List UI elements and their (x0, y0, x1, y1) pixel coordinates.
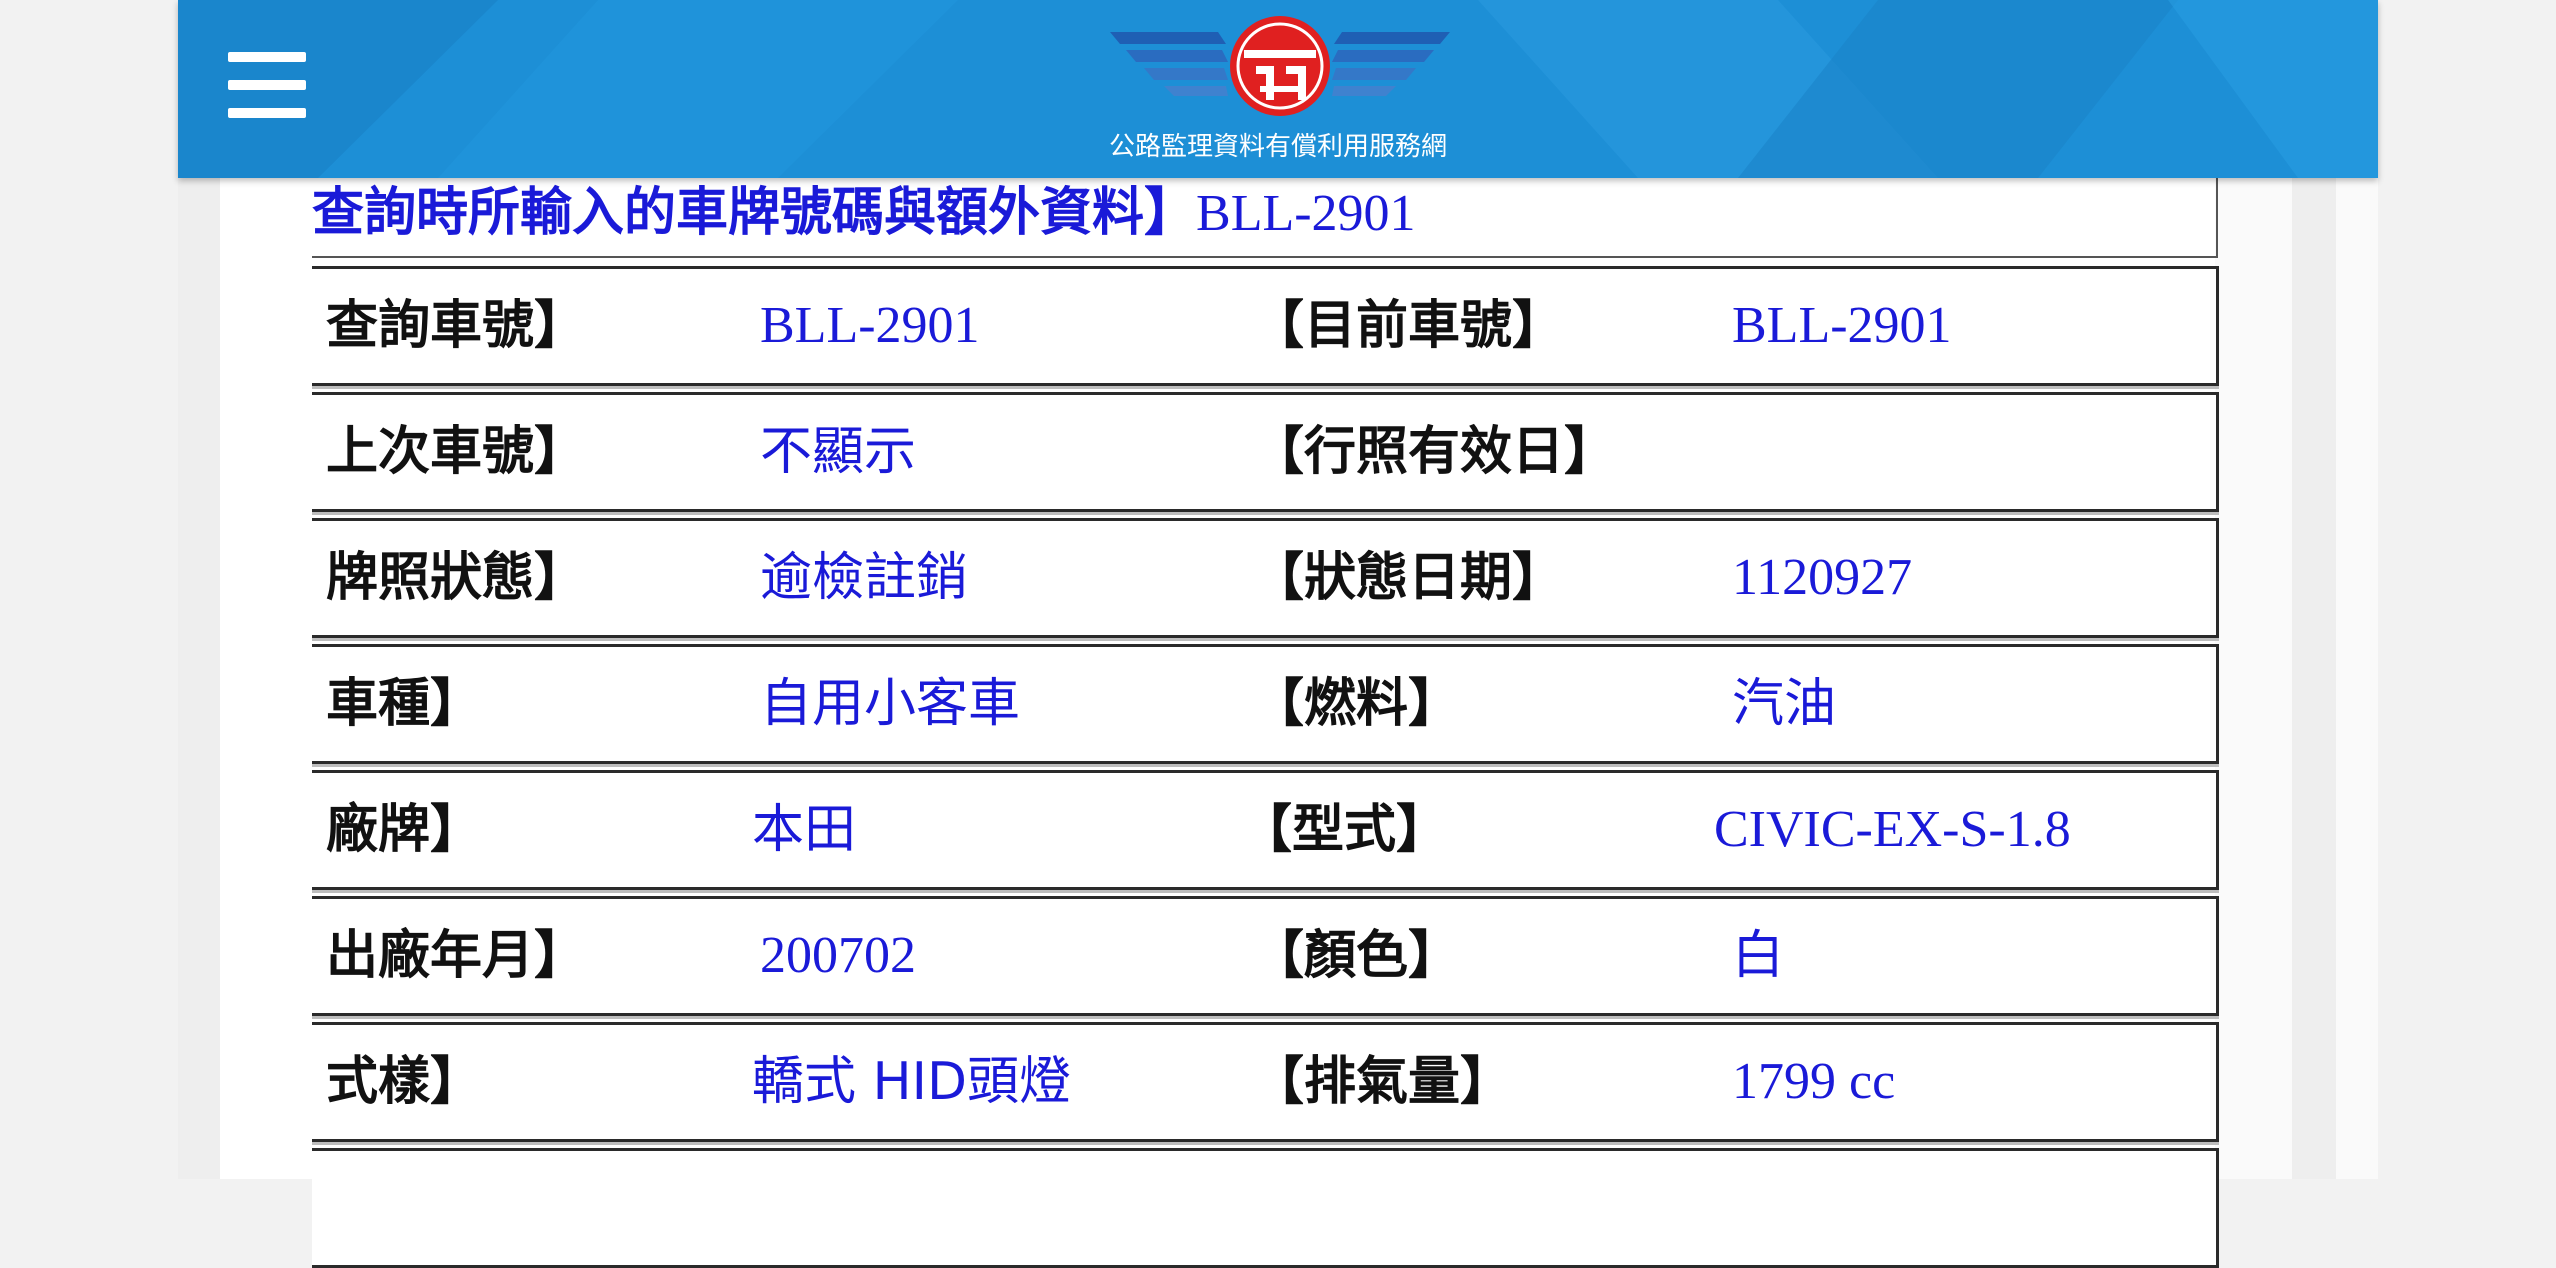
table-row-partial (312, 1148, 2219, 1268)
value-brand: 本田 (752, 800, 857, 860)
value-body-style: 轎式 HID頭燈 (752, 1052, 1072, 1112)
label-license-valid-date: 【行照有效日】 (1252, 422, 1617, 482)
caption-label: 查詢時所輸入的車牌號碼與額外資料】 (312, 183, 1197, 243)
label-current-plate: 【目前車號】 (1252, 296, 1565, 356)
table-row: 查詢車號】 BLL-2901 【目前車號】 BLL-2901 (312, 266, 2219, 386)
value-previous-plate: 不顯示 (760, 422, 917, 482)
label-model: 【型式】 (1240, 800, 1449, 860)
value-status-date: 1120927 (1732, 549, 1913, 606)
table-row: 廠牌】 本田 【型式】 CIVIC-EX-S-1.8 (312, 770, 2219, 890)
table-row: 車種】 自用小客車 【燃料】 汽油 (312, 644, 2219, 764)
value-model: CIVIC-EX-S-1.8 (1714, 801, 2071, 858)
label-color: 【顏色】 (1252, 926, 1461, 986)
value-current-plate: BLL-2901 (1732, 297, 1952, 354)
label-plate-status: 牌照狀態】 (326, 548, 587, 608)
label-displacement: 【排氣量】 (1252, 1052, 1513, 1112)
label-manufacture-date: 出廠年月】 (326, 926, 587, 986)
value-manufacture-date: 200702 (760, 927, 916, 984)
table-row: 式樣】 轎式 HID頭燈 【排氣量】 1799 cc (312, 1022, 2219, 1142)
hamburger-menu-icon[interactable] (228, 52, 306, 118)
label-query-plate: 查詢車號】 (326, 296, 587, 356)
label-previous-plate: 上次車號】 (326, 422, 587, 482)
winged-emblem-logo[interactable] (1110, 14, 1450, 126)
value-color: 白 (1732, 926, 1785, 986)
label-vehicle-type: 車種】 (326, 674, 483, 734)
label-brand: 廠牌】 (326, 800, 483, 860)
table-row: 上次車號】 不顯示 【行照有效日】 (312, 392, 2219, 512)
label-fuel: 【燃料】 (1252, 674, 1461, 734)
value-fuel: 汽油 (1732, 674, 1837, 734)
caption-plate-value: BLL-2901 (1196, 185, 1416, 242)
label-status-date: 【狀態日期】 (1252, 548, 1565, 608)
value-displacement: 1799 cc (1732, 1053, 1896, 1110)
table-row: 出廠年月】 200702 【顏色】 白 (312, 896, 2219, 1016)
value-plate-status: 逾檢註銷 (760, 548, 969, 608)
label-body-style: 式樣】 (326, 1052, 483, 1112)
table-row: 牌照狀態】 逾檢註銷 【狀態日期】 1120927 (312, 518, 2219, 638)
value-query-plate: BLL-2901 (760, 297, 980, 354)
value-vehicle-type: 自用小客車 (760, 674, 1021, 734)
query-caption: 查詢時所輸入的車牌號碼與額外資料】BLL-2901 (312, 178, 2218, 258)
site-title: 公路監理資料有償利用服務網 (1108, 131, 1447, 161)
top-header-bar: 公路監理資料有償利用服務網 (178, 0, 2378, 178)
vehicle-info-table: 查詢時所輸入的車牌號碼與額外資料】BLL-2901 查詢車號】 BLL-2901… (312, 178, 2219, 1268)
